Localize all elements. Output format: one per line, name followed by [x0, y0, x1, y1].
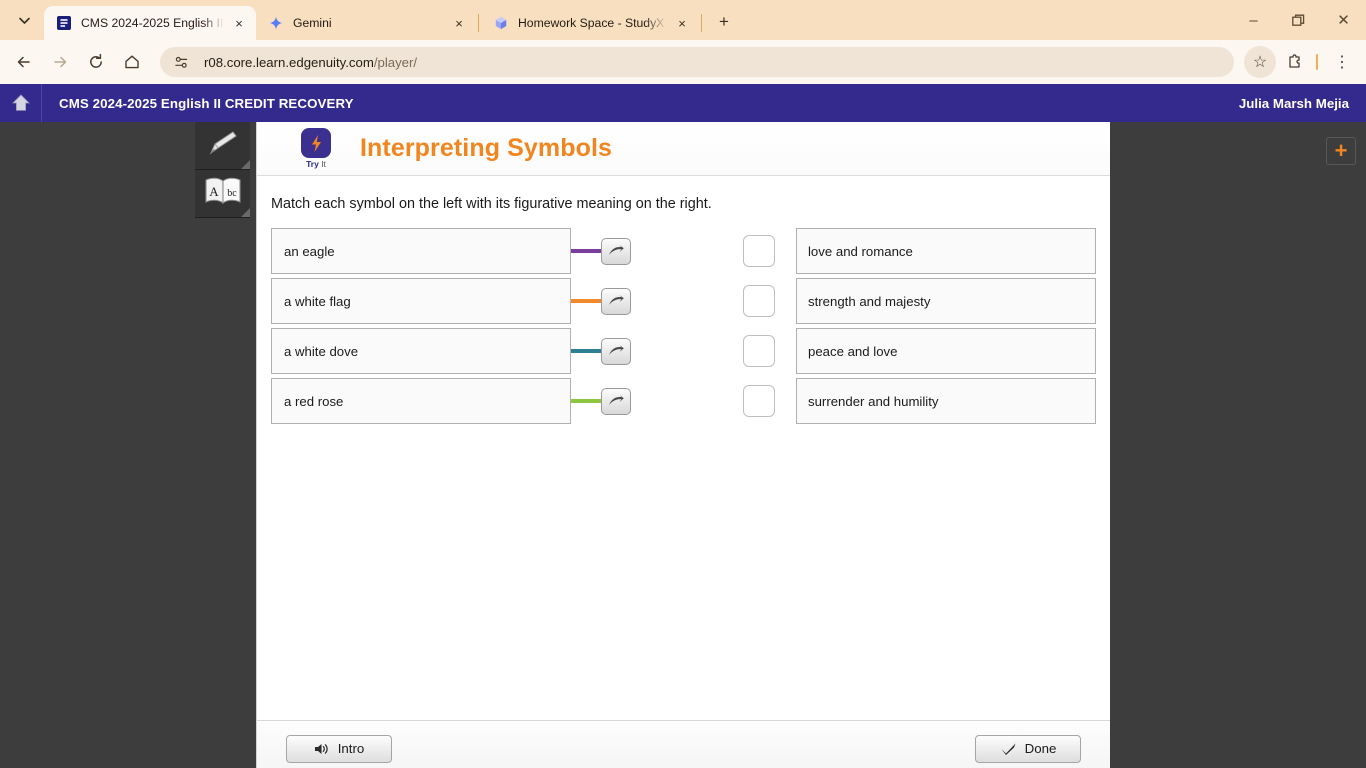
meaning-item[interactable]: surrender and humility: [796, 378, 1096, 424]
browser-window: CMS 2024-2025 English II CRED × Gemini ×…: [0, 0, 1366, 768]
toolbar-right-group: ☆ ⋮: [1242, 46, 1358, 78]
chrome-menu-icon[interactable]: ⋮: [1326, 46, 1358, 78]
matching-row: an eagle love and romance: [271, 226, 1110, 276]
close-button[interactable]: ✕: [1321, 0, 1366, 40]
lesson-footer: Intro Done: [257, 720, 1110, 768]
edgenuity-page: CMS 2024-2025 English II CREDIT RECOVERY…: [0, 84, 1366, 768]
lesson-stage: A bc + Try It Interpreting Symbols Match…: [0, 122, 1366, 768]
try-it-label: Try It: [290, 159, 342, 169]
symbol-item[interactable]: a red rose: [271, 378, 571, 424]
bookmark-star-icon[interactable]: ☆: [1244, 46, 1276, 78]
lesson-panel: Try It Interpreting Symbols Match each s…: [256, 122, 1110, 768]
url-text: r08.core.learn.edgenuity.com/player/: [204, 55, 417, 70]
intro-label: Intro: [337, 741, 365, 756]
tab-edgenuity[interactable]: CMS 2024-2025 English II CRED ×: [44, 6, 256, 40]
match-arrow-icon[interactable]: [601, 237, 631, 265]
abc-book-icon: A bc: [203, 175, 243, 212]
minimize-button[interactable]: –: [1231, 0, 1276, 40]
matching-exercise: an eagle love and romance a white flag s…: [271, 226, 1110, 426]
course-title: CMS 2024-2025 English II CREDIT RECOVERY: [59, 95, 354, 111]
symbol-item[interactable]: an eagle: [271, 228, 571, 274]
done-button[interactable]: Done: [975, 734, 1081, 763]
toolbar-divider: [1316, 54, 1318, 70]
connector-line: [571, 399, 601, 403]
matching-row: a white dove peace and love: [271, 326, 1110, 376]
answer-dropzone[interactable]: [743, 285, 775, 317]
tab-title: Gemini: [293, 16, 332, 30]
studyx-cube-icon: [493, 15, 509, 31]
browser-toolbar: r08.core.learn.edgenuity.com/player/ ☆ ⋮: [0, 40, 1366, 84]
address-bar[interactable]: r08.core.learn.edgenuity.com/player/: [160, 47, 1234, 77]
url-path: /player/: [373, 54, 418, 70]
tab-studyx[interactable]: Homework Space - StudyX ×: [481, 6, 699, 40]
match-arrow-icon[interactable]: [601, 387, 631, 415]
tab-title: Homework Space - StudyX: [518, 16, 665, 30]
try-it-badge: Try It: [290, 128, 342, 169]
home-icon[interactable]: [0, 84, 42, 122]
glossary-tool-button[interactable]: A bc: [195, 170, 250, 218]
connector-line: [571, 349, 601, 353]
edgenuity-icon: [56, 15, 72, 31]
tab-divider: [478, 14, 479, 32]
tab-divider: [701, 14, 702, 32]
speaker-icon: [314, 742, 330, 756]
instruction-text: Match each symbol on the left with its f…: [271, 196, 712, 212]
meaning-item[interactable]: love and romance: [796, 228, 1096, 274]
close-icon[interactable]: ×: [230, 14, 248, 32]
pencil-tool-button[interactable]: [195, 122, 250, 170]
tab-title: CMS 2024-2025 English II CRED: [81, 16, 224, 30]
connector-line: [571, 299, 601, 303]
done-label: Done: [1024, 741, 1057, 756]
tab-search-button[interactable]: [4, 3, 44, 37]
meaning-item[interactable]: strength and majesty: [796, 278, 1096, 324]
try-it-rest: It: [318, 159, 326, 169]
matching-row: a white flag strength and majesty: [271, 276, 1110, 326]
match-arrow-icon[interactable]: [601, 337, 631, 365]
tab-strip: CMS 2024-2025 English II CRED × Gemini ×…: [0, 0, 1366, 40]
svg-text:bc: bc: [227, 188, 237, 199]
match-arrow-icon[interactable]: [601, 287, 631, 315]
maximize-button[interactable]: [1276, 0, 1321, 40]
symbol-item[interactable]: a white flag: [271, 278, 571, 324]
checkmark-icon: [1000, 742, 1017, 756]
intro-button[interactable]: Intro: [286, 734, 392, 763]
svg-text:A: A: [209, 184, 219, 199]
forward-button[interactable]: [44, 46, 76, 78]
expand-plus-button[interactable]: +: [1326, 137, 1356, 165]
answer-dropzone[interactable]: [743, 335, 775, 367]
extensions-puzzle-icon[interactable]: [1278, 46, 1310, 78]
connector-line: [571, 249, 601, 253]
try-it-bold: Try: [306, 159, 319, 169]
gemini-sparkle-icon: [268, 15, 284, 31]
reload-button[interactable]: [80, 46, 112, 78]
lightning-bolt-icon: [301, 128, 331, 158]
answer-dropzone[interactable]: [743, 385, 775, 417]
matching-row: a red rose surrender and humility: [271, 376, 1110, 426]
lesson-tools: A bc: [195, 122, 250, 218]
site-settings-icon[interactable]: [174, 55, 194, 70]
url-host: r08.core.learn.edgenuity.com: [204, 54, 374, 70]
new-tab-button[interactable]: +: [710, 8, 738, 36]
pencil-icon: [206, 128, 240, 163]
answer-dropzone[interactable]: [743, 235, 775, 267]
symbol-item[interactable]: a white dove: [271, 328, 571, 374]
lesson-header: Try It Interpreting Symbols: [257, 122, 1110, 176]
tab-gemini[interactable]: Gemini ×: [256, 6, 476, 40]
course-header: CMS 2024-2025 English II CREDIT RECOVERY…: [0, 84, 1366, 122]
close-icon[interactable]: ×: [450, 14, 468, 32]
home-button[interactable]: [116, 46, 148, 78]
page-title: Interpreting Symbols: [360, 134, 613, 162]
lesson-body: Match each symbol on the left with its f…: [257, 176, 1110, 720]
close-icon[interactable]: ×: [673, 14, 691, 32]
meaning-item[interactable]: peace and love: [796, 328, 1096, 374]
user-name: Julia Marsh Mejia: [1238, 95, 1349, 111]
window-controls: – ✕: [1231, 0, 1366, 40]
back-button[interactable]: [8, 46, 40, 78]
